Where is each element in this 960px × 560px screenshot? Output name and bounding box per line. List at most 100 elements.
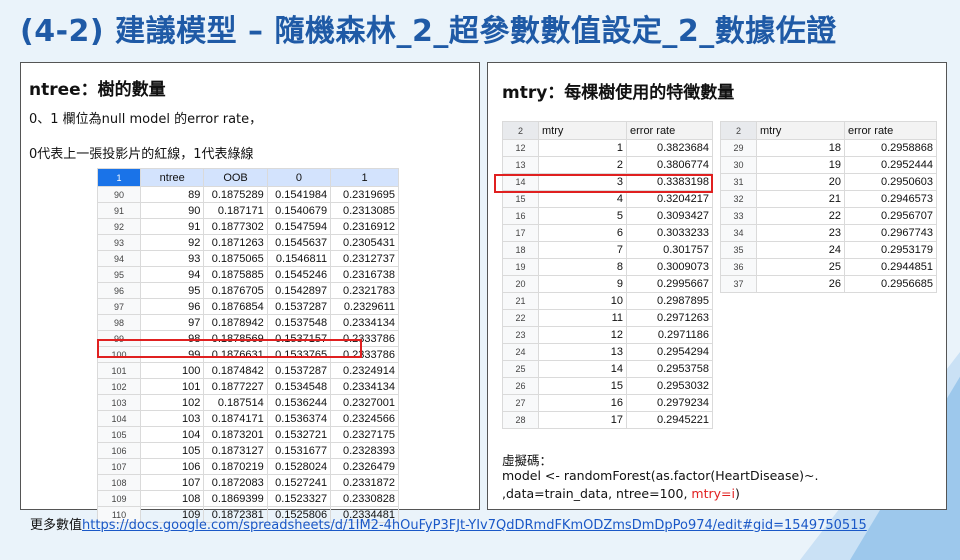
- row-number[interactable]: 20: [502, 275, 539, 293]
- table-cell[interactable]: 22: [756, 207, 845, 225]
- table-cell[interactable]: 0.1872083: [203, 474, 268, 491]
- table-cell[interactable]: 15: [538, 377, 627, 395]
- table-cell[interactable]: 0.1531677: [266, 442, 332, 459]
- table-cell[interactable]: 0.1876705: [203, 282, 268, 299]
- column-header[interactable]: ntree: [139, 168, 205, 187]
- row-number[interactable]: 96: [97, 282, 141, 299]
- table-cell[interactable]: 0.3033233: [626, 224, 713, 242]
- column-header[interactable]: 2: [502, 121, 539, 140]
- table-cell[interactable]: 0.2967743: [844, 224, 937, 242]
- table-cell[interactable]: 0.1873127: [203, 442, 268, 459]
- row-number[interactable]: 34: [720, 224, 757, 242]
- row-number[interactable]: 90: [97, 186, 141, 203]
- column-header[interactable]: 1: [97, 168, 141, 187]
- table-cell[interactable]: 23: [756, 224, 845, 242]
- table-cell[interactable]: 97: [139, 314, 205, 331]
- table-cell[interactable]: 0.2944851: [844, 258, 937, 276]
- column-header[interactable]: 2: [720, 121, 757, 140]
- table-cell[interactable]: 0.2316912: [330, 218, 399, 235]
- table-cell[interactable]: 0.1877227: [203, 378, 268, 395]
- row-number[interactable]: 16: [502, 207, 539, 225]
- table-cell[interactable]: 108: [139, 490, 205, 507]
- table-cell[interactable]: 6: [538, 224, 627, 242]
- table-cell[interactable]: 0.1523327: [266, 490, 332, 507]
- table-cell[interactable]: 0.2326479: [330, 458, 399, 475]
- row-number[interactable]: 94: [97, 250, 141, 267]
- table-cell[interactable]: 104: [139, 426, 205, 443]
- table-cell[interactable]: 94: [139, 266, 205, 283]
- table-cell[interactable]: 0.1876854: [203, 298, 268, 315]
- table-cell[interactable]: 8: [538, 258, 627, 276]
- table-cell[interactable]: 10: [538, 292, 627, 310]
- table-cell[interactable]: 93: [139, 250, 205, 267]
- table-cell[interactable]: 0.2334134: [330, 314, 399, 331]
- table-cell[interactable]: 0.3093427: [626, 207, 713, 225]
- table-cell[interactable]: 13: [538, 343, 627, 361]
- table-cell[interactable]: 14: [538, 360, 627, 378]
- row-number[interactable]: 91: [97, 202, 141, 219]
- column-header[interactable]: OOB: [203, 168, 268, 187]
- table-cell[interactable]: 0.1871263: [203, 234, 268, 251]
- column-header[interactable]: mtry: [756, 121, 845, 140]
- table-cell[interactable]: 21: [756, 190, 845, 208]
- table-cell[interactable]: 19: [756, 156, 845, 174]
- row-number[interactable]: 93: [97, 234, 141, 251]
- column-header[interactable]: error rate: [844, 121, 937, 140]
- table-cell[interactable]: 0.2952444: [844, 156, 937, 174]
- table-cell[interactable]: 0.2953032: [626, 377, 713, 395]
- table-cell[interactable]: 18: [756, 139, 845, 157]
- table-cell[interactable]: 0.2971186: [626, 326, 713, 344]
- row-number[interactable]: 27: [502, 394, 539, 412]
- table-cell[interactable]: 0.1875289: [203, 186, 268, 203]
- table-cell[interactable]: 105: [139, 442, 205, 459]
- table-cell[interactable]: 0.1875065: [203, 250, 268, 267]
- table-cell[interactable]: 0.187514: [203, 394, 268, 411]
- row-number[interactable]: 15: [502, 190, 539, 208]
- row-number[interactable]: 109: [97, 490, 141, 507]
- row-number[interactable]: 36: [720, 258, 757, 276]
- table-cell[interactable]: 0.2316738: [330, 266, 399, 283]
- column-header[interactable]: mtry: [538, 121, 627, 140]
- table-cell[interactable]: 0.2950603: [844, 173, 937, 191]
- table-cell[interactable]: 0.3009073: [626, 258, 713, 276]
- row-number[interactable]: 97: [97, 298, 141, 315]
- table-cell[interactable]: 0.2321783: [330, 282, 399, 299]
- table-cell[interactable]: 9: [538, 275, 627, 293]
- table-cell[interactable]: 0.2334134: [330, 378, 399, 395]
- spreadsheet-link[interactable]: https://docs.google.com/spreadsheets/d/1…: [82, 518, 867, 533]
- row-number[interactable]: 23: [502, 326, 539, 344]
- table-cell[interactable]: 0.2956707: [844, 207, 937, 225]
- table-cell[interactable]: 95: [139, 282, 205, 299]
- table-cell[interactable]: 24: [756, 241, 845, 259]
- row-number[interactable]: 105: [97, 426, 141, 443]
- table-cell[interactable]: 2: [538, 156, 627, 174]
- table-cell[interactable]: 91: [139, 218, 205, 235]
- table-cell[interactable]: 0.1532721: [266, 426, 332, 443]
- table-cell[interactable]: 0.2328393: [330, 442, 399, 459]
- table-cell[interactable]: 0.3823684: [626, 139, 713, 157]
- row-number[interactable]: 13: [502, 156, 539, 174]
- row-number[interactable]: 26: [502, 377, 539, 395]
- row-number[interactable]: 106: [97, 442, 141, 459]
- column-header[interactable]: 1: [330, 168, 399, 187]
- table-cell[interactable]: 0.2312737: [330, 250, 399, 267]
- table-cell[interactable]: 0.2319695: [330, 186, 399, 203]
- table-cell[interactable]: 16: [538, 394, 627, 412]
- table-cell[interactable]: 0.1877302: [203, 218, 268, 235]
- table-cell[interactable]: 0.2331872: [330, 474, 399, 491]
- table-cell[interactable]: 0.2313085: [330, 202, 399, 219]
- table-cell[interactable]: 0.1537548: [266, 314, 332, 331]
- table-cell[interactable]: 0.2995667: [626, 275, 713, 293]
- table-cell[interactable]: 0.1540679: [266, 202, 332, 219]
- table-cell[interactable]: 0.2979234: [626, 394, 713, 412]
- table-cell[interactable]: 0.1537287: [266, 362, 332, 379]
- row-number[interactable]: 25: [502, 360, 539, 378]
- table-cell[interactable]: 0.301757: [626, 241, 713, 259]
- row-number[interactable]: 22: [502, 309, 539, 327]
- table-cell[interactable]: 0.2305431: [330, 234, 399, 251]
- row-number[interactable]: 98: [97, 314, 141, 331]
- row-number[interactable]: 103: [97, 394, 141, 411]
- table-cell[interactable]: 107: [139, 474, 205, 491]
- table-cell[interactable]: 0.2953179: [844, 241, 937, 259]
- table-cell[interactable]: 17: [538, 411, 627, 429]
